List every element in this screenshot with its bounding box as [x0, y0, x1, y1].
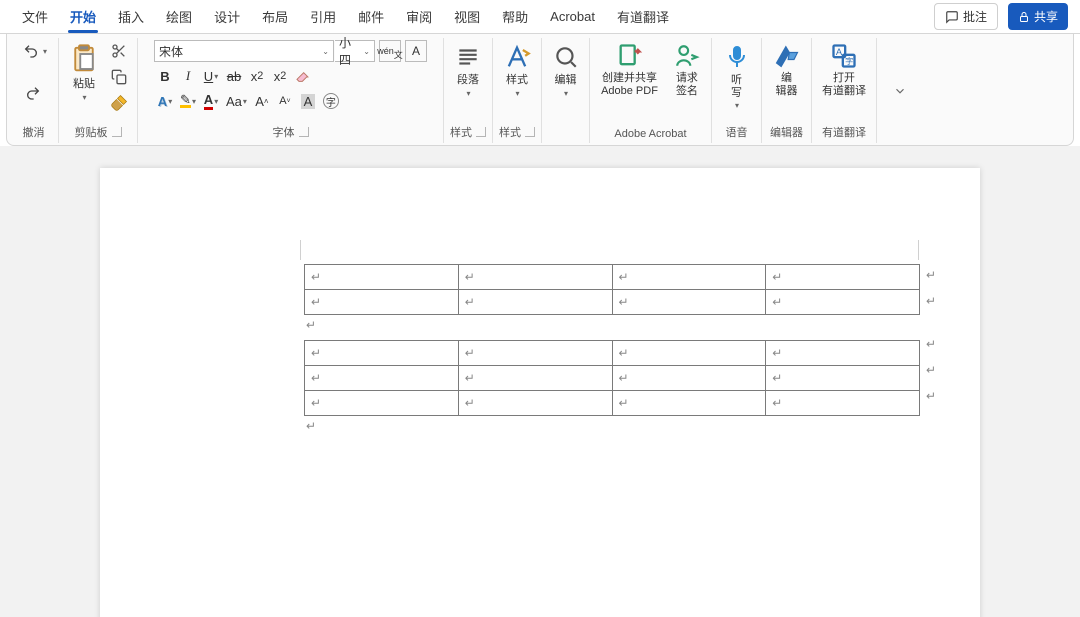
strikethrough-button[interactable]: ab — [223, 65, 245, 87]
open-youdao-button[interactable]: A字 打开有道翻译 — [818, 40, 870, 99]
table-row[interactable]: ↵↵↵↵ — [305, 341, 920, 366]
undo-icon — [20, 43, 42, 59]
ribbon: ▾ 撤消 粘贴 ▾ — [6, 34, 1074, 146]
tab-layout[interactable]: 布局 — [252, 1, 298, 32]
tab-draw[interactable]: 绘图 — [156, 1, 202, 32]
underline-button[interactable]: U▾ — [200, 65, 222, 87]
enclose-char-button[interactable]: 字 — [320, 90, 342, 112]
phonetic-guide-button[interactable]: wén文 — [379, 40, 401, 62]
tab-insert[interactable]: 插入 — [108, 1, 154, 32]
chevron-down-icon — [893, 84, 907, 98]
table-row[interactable]: ↵↵↵↵ — [305, 366, 920, 391]
search-icon — [553, 42, 579, 72]
page[interactable]: ↵↵↵↵ ↵↵↵↵ ↵ ↵ ↵ ↵↵↵↵ ↵↵↵↵ ↵↵↵↵ ↵ ↵ ↵ ↵ — [100, 168, 980, 617]
tab-design[interactable]: 设计 — [204, 1, 250, 32]
group-label-editor: 编辑器 — [770, 122, 803, 141]
comments-label: 批注 — [963, 8, 987, 25]
text-effects-button[interactable]: A▾ — [154, 90, 176, 112]
group-label-paragraph: 样式 — [450, 124, 472, 140]
font-dialog-launcher[interactable] — [299, 127, 309, 137]
group-label-font: 字体 — [273, 124, 295, 140]
paste-button[interactable]: 粘贴 ▾ — [65, 40, 103, 104]
tab-home[interactable]: 开始 — [60, 1, 106, 32]
share-label: 共享 — [1034, 8, 1058, 25]
tab-acrobat[interactable]: Acrobat — [540, 3, 605, 30]
tab-view[interactable]: 视图 — [444, 1, 490, 32]
tab-mailings[interactable]: 邮件 — [348, 1, 394, 32]
tab-youdao[interactable]: 有道翻译 — [607, 1, 679, 32]
group-label-undo: 撤消 — [23, 122, 45, 141]
superscript-button[interactable]: x2 — [269, 65, 291, 87]
group-label-voice: 语音 — [726, 122, 748, 141]
comments-button[interactable]: 批注 — [934, 3, 998, 30]
editing-button[interactable]: 编辑▾ — [549, 40, 583, 100]
copy-icon — [111, 69, 127, 85]
subscript-button[interactable]: x2 — [246, 65, 268, 87]
group-label-styles: 样式 — [499, 124, 521, 140]
paragraph-icon — [455, 42, 481, 72]
brush-icon — [110, 94, 128, 112]
signature-icon — [674, 42, 700, 70]
pdf-share-icon — [616, 42, 644, 70]
tab-review[interactable]: 审阅 — [396, 1, 442, 32]
paragraph-mark: ↵ — [306, 318, 962, 332]
table-row[interactable]: ↵↵↵↵ — [305, 290, 920, 315]
document-table-2[interactable]: ↵↵↵↵ ↵↵↵↵ ↵↵↵↵ — [304, 340, 920, 416]
table-row[interactable]: ↵↵↵↵ — [305, 265, 920, 290]
table-row[interactable]: ↵↵↵↵ — [305, 391, 920, 416]
tab-file[interactable]: 文件 — [12, 1, 58, 32]
cut-button[interactable] — [108, 40, 130, 62]
document-table-1[interactable]: ↵↵↵↵ ↵↵↵↵ — [304, 264, 920, 315]
change-case-button[interactable]: Aa▾ — [223, 90, 250, 112]
tab-references[interactable]: 引用 — [300, 1, 346, 32]
create-share-pdf-button[interactable]: 创建并共享Adobe PDF — [597, 40, 662, 99]
document-area[interactable]: ↵↵↵↵ ↵↵↵↵ ↵ ↵ ↵ ↵↵↵↵ ↵↵↵↵ ↵↵↵↵ ↵ ↵ ↵ ↵ — [0, 146, 1080, 617]
redo-icon — [23, 85, 43, 101]
tab-help[interactable]: 帮助 — [492, 1, 538, 32]
char-border-button[interactable]: A — [405, 40, 427, 62]
styles-button[interactable]: 样式▾ — [499, 40, 535, 100]
editor-icon — [773, 42, 801, 70]
paste-icon — [69, 42, 99, 76]
group-label-youdao: 有道翻译 — [822, 122, 866, 141]
editor-button[interactable]: 编辑器 — [769, 40, 805, 99]
font-name-combo[interactable]: 宋体⌄ — [154, 40, 334, 62]
highlight-button[interactable]: ✎▾ — [177, 90, 199, 112]
grow-font-button[interactable]: A˄ — [251, 90, 273, 112]
paragraph-dialog-launcher[interactable] — [476, 127, 486, 137]
font-color-button[interactable]: A▾ — [200, 90, 222, 112]
group-label-clipboard: 剪贴板 — [75, 124, 108, 140]
char-shading-button[interactable]: A — [297, 90, 319, 112]
microphone-icon — [725, 42, 749, 72]
translate-icon: A字 — [830, 42, 858, 70]
share-icon — [1018, 11, 1030, 23]
clear-formatting-button[interactable] — [292, 65, 314, 87]
bold-button[interactable]: B — [154, 65, 176, 87]
share-button[interactable]: 共享 — [1008, 3, 1068, 30]
redo-button[interactable] — [20, 82, 46, 104]
font-size-combo[interactable]: 小四⌄ — [335, 40, 375, 62]
italic-button[interactable]: I — [177, 65, 199, 87]
group-label-acrobat: Adobe Acrobat — [614, 126, 686, 141]
svg-text:字: 字 — [845, 56, 853, 66]
comment-icon — [945, 10, 959, 24]
ribbon-tabs: 文件 开始 插入 绘图 设计 布局 引用 邮件 审阅 视图 帮助 Acrobat… — [0, 0, 1080, 34]
clipboard-dialog-launcher[interactable] — [112, 127, 122, 137]
copy-button[interactable] — [108, 66, 130, 88]
eraser-icon — [295, 68, 311, 84]
undo-button[interactable]: ▾ — [17, 40, 50, 62]
dictate-button[interactable]: 听写▾ — [721, 40, 753, 112]
collapse-ribbon-button[interactable] — [877, 38, 923, 143]
styles-dialog-launcher[interactable] — [525, 127, 535, 137]
paragraph-button[interactable]: 段落▾ — [451, 40, 485, 100]
styles-icon — [503, 42, 531, 72]
format-painter-button[interactable] — [107, 92, 131, 114]
scissors-icon — [111, 43, 127, 59]
request-signature-button[interactable]: 请求签名 — [670, 40, 704, 99]
paragraph-mark: ↵ — [306, 419, 962, 433]
shrink-font-button[interactable]: A˅ — [274, 90, 296, 112]
